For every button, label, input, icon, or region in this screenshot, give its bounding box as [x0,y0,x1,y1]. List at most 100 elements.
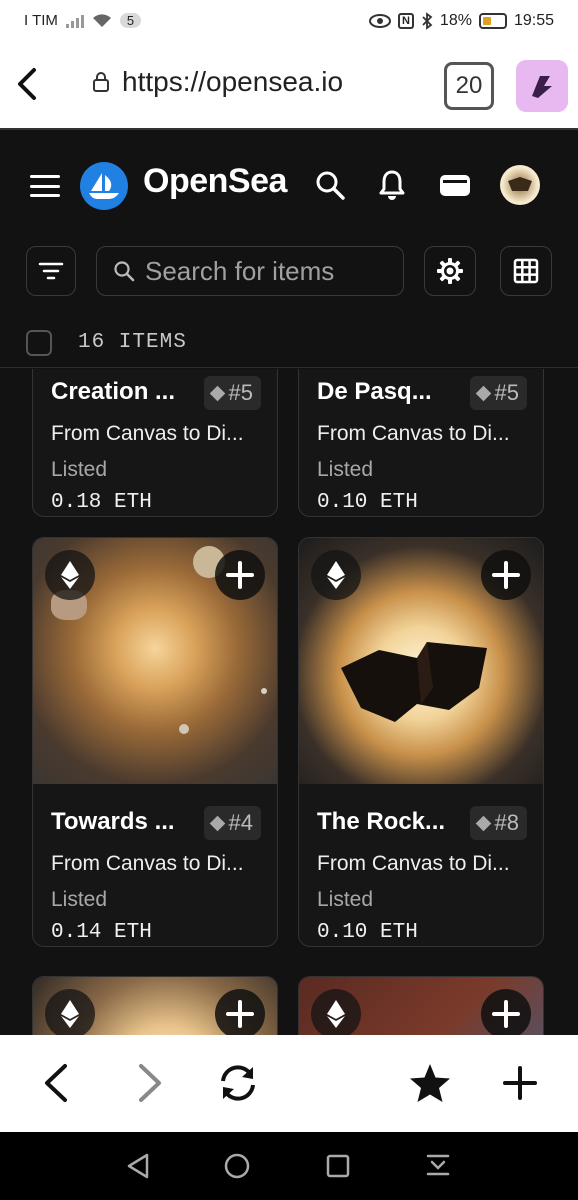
select-all-checkbox[interactable] [26,330,52,356]
hamburger-icon[interactable] [30,175,60,197]
gear-icon [437,258,463,284]
eye-icon [368,14,391,28]
ethereum-icon [45,550,95,600]
tab-switcher-button[interactable]: 20 [444,62,494,110]
price: 0.10 ETH [317,921,418,944]
collection-name: From Canvas to Di... [317,852,510,875]
token-number: #8 [494,810,519,835]
price: 0.14 ETH [51,921,152,944]
opensea-logo-icon[interactable] [80,162,128,210]
nft-card[interactable]: Towards ... #4 From Canvas to Di... List… [32,537,278,947]
collection-name: From Canvas to Di... [51,852,244,875]
wallet-icon[interactable] [438,168,472,202]
grid-icon [513,258,539,284]
token-tag: #8 [469,806,527,840]
forward-arrow-icon [139,1064,161,1102]
collection-name: From Canvas to Di... [51,422,244,445]
nft-title: Towards ... [51,808,175,835]
nft-card[interactable] [298,976,544,1035]
browser-bottom-toolbar [0,1035,578,1132]
battery-percent: 18% [439,12,472,29]
system-home-button[interactable] [217,1146,257,1186]
ethereum-icon [311,550,361,600]
url-text: https://opensea.io [122,66,344,97]
token-tag: #5 [469,376,527,410]
token-number: #4 [228,810,253,835]
add-to-cart-button[interactable] [215,989,265,1035]
new-tab-icon [503,1066,537,1100]
refresh-icon [221,1065,255,1101]
price: 0.18 ETH [51,491,152,514]
nft-card[interactable]: Creation ... #5 From Canvas to Di... Lis… [32,369,278,517]
bookmark-button[interactable] [404,1057,456,1109]
square-recents-icon [326,1154,350,1178]
token-tag: #5 [203,376,261,410]
nft-title: The Rock... [317,808,446,835]
search-input[interactable] [145,255,395,287]
token-number: #5 [228,380,253,405]
ethereum-icon [45,989,95,1035]
opensea-brand[interactable]: OpenSea [143,162,287,201]
bell-icon[interactable] [375,168,409,202]
plus-icon [226,561,254,589]
nft-card[interactable]: The Rock... #8 From Canvas to Di... List… [298,537,544,947]
extension-icon [532,76,552,98]
diamond-icon [209,815,225,831]
token-tag: #4 [203,806,261,840]
filter-button[interactable] [26,246,76,296]
diamond-icon [209,385,225,401]
nft-title: De Pasq... [317,378,432,405]
nft-card[interactable]: De Pasq... #5 From Canvas to Di... Liste… [298,369,544,517]
battery-icon [478,13,507,29]
browser-address-bar: https://opensea.io 20 [0,44,578,130]
nav-back-button[interactable] [30,1057,82,1109]
items-grid: Creation ... #5 From Canvas to Di... Lis… [0,369,578,1035]
listing-status: Listed [317,888,374,911]
add-to-cart-button[interactable] [215,550,265,600]
reload-button[interactable] [212,1057,264,1109]
plus-icon [492,561,520,589]
ethereum-icon [311,989,361,1035]
extension-button[interactable] [516,60,568,112]
system-navigation-bar [0,1132,578,1200]
diamond-icon [475,385,491,401]
back-arrow-icon [18,68,36,100]
system-recents-button[interactable] [318,1146,358,1186]
new-tab-button[interactable] [494,1057,546,1109]
items-count-bar: 16 ITEMS [0,316,578,368]
nft-title: Creation ... [51,378,176,405]
circle-home-icon [224,1153,250,1179]
signal-icon [65,14,84,28]
add-to-cart-button[interactable] [481,989,531,1035]
nft-card[interactable] [32,976,278,1035]
pull-down-icon [426,1154,450,1176]
system-back-button[interactable] [118,1146,158,1186]
avatar[interactable] [500,165,540,205]
grid-view-button[interactable] [500,246,552,296]
collection-name: From Canvas to Di... [317,422,510,445]
price: 0.10 ETH [317,491,418,514]
plus-icon [492,1000,520,1028]
wifi-icon [92,13,111,27]
items-count: 16 ITEMS [78,331,187,354]
add-to-cart-button[interactable] [481,550,531,600]
browser-back-button[interactable] [14,64,38,104]
listing-status: Listed [51,458,108,481]
search-box[interactable] [96,246,404,296]
search-icon[interactable] [313,168,347,202]
notification-count-badge: 5 [119,13,142,28]
listing-status: Listed [317,458,374,481]
opensea-header: OpenSea [0,132,578,236]
carrier-label: I TIM [24,12,58,29]
token-number: #5 [494,380,519,405]
system-notifications-button[interactable] [418,1146,458,1186]
url-field[interactable]: https://opensea.io [92,66,343,98]
back-arrow-icon [45,1064,67,1102]
star-icon [410,1064,450,1102]
settings-button[interactable] [424,246,476,296]
diamond-icon [475,815,491,831]
nfc-icon: N [397,13,414,29]
triangle-back-icon [127,1153,149,1179]
nav-forward-button[interactable] [124,1057,176,1109]
plus-icon [226,1000,254,1028]
